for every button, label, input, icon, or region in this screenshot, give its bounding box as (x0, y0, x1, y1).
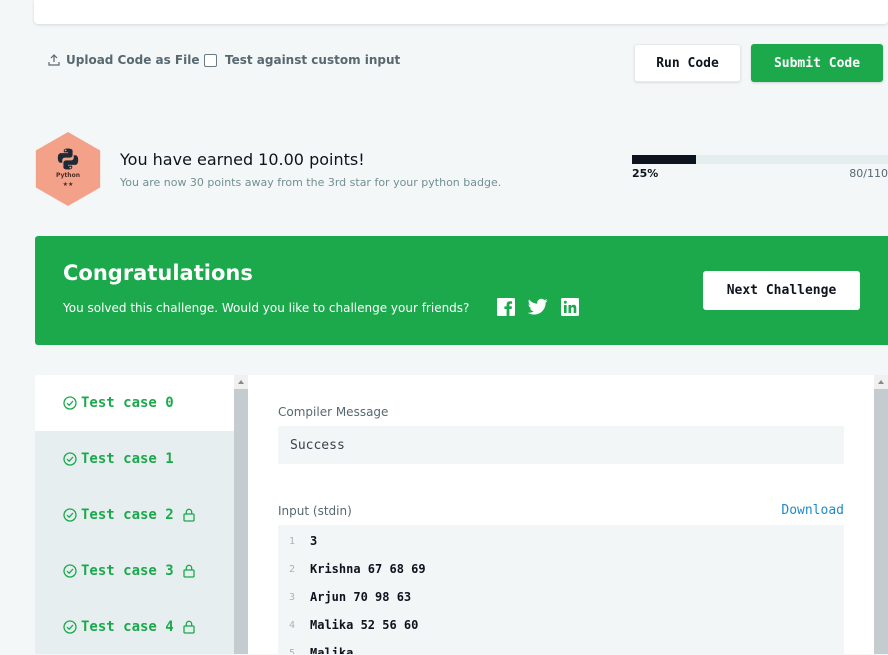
points-earned-subtitle: You are now 30 points away from the 3rd … (120, 176, 502, 189)
code-line: 3 Arjun 70 98 63 (278, 583, 844, 611)
test-case-tab[interactable]: Test case 0 (35, 375, 234, 431)
badge-name: Python (56, 172, 80, 179)
test-case-label: Test case 3 (81, 563, 174, 579)
input-stdin-code: 1 3 2 Krishna 67 68 69 3 Arjun 70 98 63 4 Malik… (278, 525, 844, 654)
test-case-label: Test case 0 (81, 395, 174, 411)
test-case-label: Test case 1 (81, 451, 174, 467)
python-logo-icon (56, 147, 80, 175)
test-case-scrollbar[interactable] (234, 375, 248, 654)
badge-progress-percent: 25% (632, 167, 659, 180)
congratulations-message: You solved this challenge. Would you lik… (63, 301, 470, 315)
check-circle-icon (63, 396, 77, 410)
badge-stars: ★★ (62, 181, 74, 188)
upload-icon (48, 54, 60, 66)
scroll-up-arrow-icon[interactable] (874, 375, 888, 389)
line-number: 5 (288, 647, 296, 655)
test-case-list: Test case 0 Test case 1 Test case 2 Test ca… (35, 375, 234, 654)
test-case-label: Test case 4 (81, 619, 174, 635)
line-text: Malika 52 56 60 (310, 618, 419, 632)
lock-icon (182, 620, 196, 634)
input-stdin-label: Input (stdin) (278, 504, 352, 518)
share-icons (497, 298, 579, 316)
lock-icon (182, 564, 196, 578)
linkedin-icon[interactable] (561, 298, 579, 316)
facebook-icon[interactable] (497, 298, 515, 316)
check-circle-icon (63, 620, 77, 634)
code-editor-card (34, 0, 888, 24)
editor-actions-row: Upload Code as File Test against custom … (0, 44, 888, 84)
congratulations-banner: Congratulations You solved this challeng… (35, 236, 888, 345)
test-case-tab[interactable]: Test case 1 (35, 431, 234, 487)
badge-progress-fill (632, 155, 696, 164)
line-number: 2 (288, 563, 296, 575)
badge-progress-count: 80/110 (849, 167, 888, 180)
check-circle-icon (63, 508, 77, 522)
code-line: 5 Malika (278, 639, 844, 654)
line-number: 4 (288, 619, 296, 631)
scroll-up-arrow-icon[interactable] (234, 375, 248, 389)
points-earned-section: Python ★★ You have earned 10.00 points! … (0, 130, 888, 210)
lock-icon (182, 508, 196, 522)
python-badge: Python ★★ (35, 132, 101, 206)
compiler-message-label: Compiler Message (278, 405, 389, 419)
check-circle-icon (63, 452, 77, 466)
custom-input-label: Test against custom input (225, 53, 401, 67)
line-text: Krishna 67 68 69 (310, 562, 426, 576)
upload-code-label: Upload Code as File (66, 53, 200, 67)
code-line: 2 Krishna 67 68 69 (278, 555, 844, 583)
test-case-tab[interactable]: Test case 4 (35, 599, 234, 655)
upload-code-link[interactable]: Upload Code as File (48, 53, 200, 67)
output-panel-scrollbar[interactable] (874, 375, 888, 654)
code-line: 13 (278, 527, 844, 555)
next-challenge-button[interactable]: Next Challenge (703, 271, 860, 310)
test-case-label: Test case 2 (81, 507, 174, 523)
compiler-message-box: Success (278, 426, 844, 464)
check-circle-icon (63, 564, 77, 578)
run-code-button[interactable]: Run Code (634, 44, 741, 82)
custom-input-checkbox[interactable] (204, 53, 217, 67)
code-line: 4 Malika 52 56 60 (278, 611, 844, 639)
custom-input-option[interactable]: Test against custom input (204, 53, 400, 67)
badge-progress-bar (632, 155, 888, 164)
line-number: 1 (288, 535, 296, 547)
test-case-tab[interactable]: Test case 2 (35, 487, 234, 543)
test-case-output-panel: Compiler Message Success Input (stdin) D… (248, 375, 874, 654)
line-number: 3 (288, 591, 296, 603)
twitter-icon[interactable] (528, 298, 548, 316)
submit-code-button[interactable]: Submit Code (751, 44, 883, 82)
download-input-link[interactable]: Download (748, 503, 844, 518)
line-text: 3 (310, 534, 318, 548)
points-earned-title: You have earned 10.00 points! (120, 150, 365, 169)
line-text: Arjun 70 98 63 (310, 590, 412, 604)
congratulations-title: Congratulations (63, 261, 253, 285)
line-text: Malika (310, 646, 354, 654)
test-case-tab[interactable]: Test case 3 (35, 543, 234, 599)
